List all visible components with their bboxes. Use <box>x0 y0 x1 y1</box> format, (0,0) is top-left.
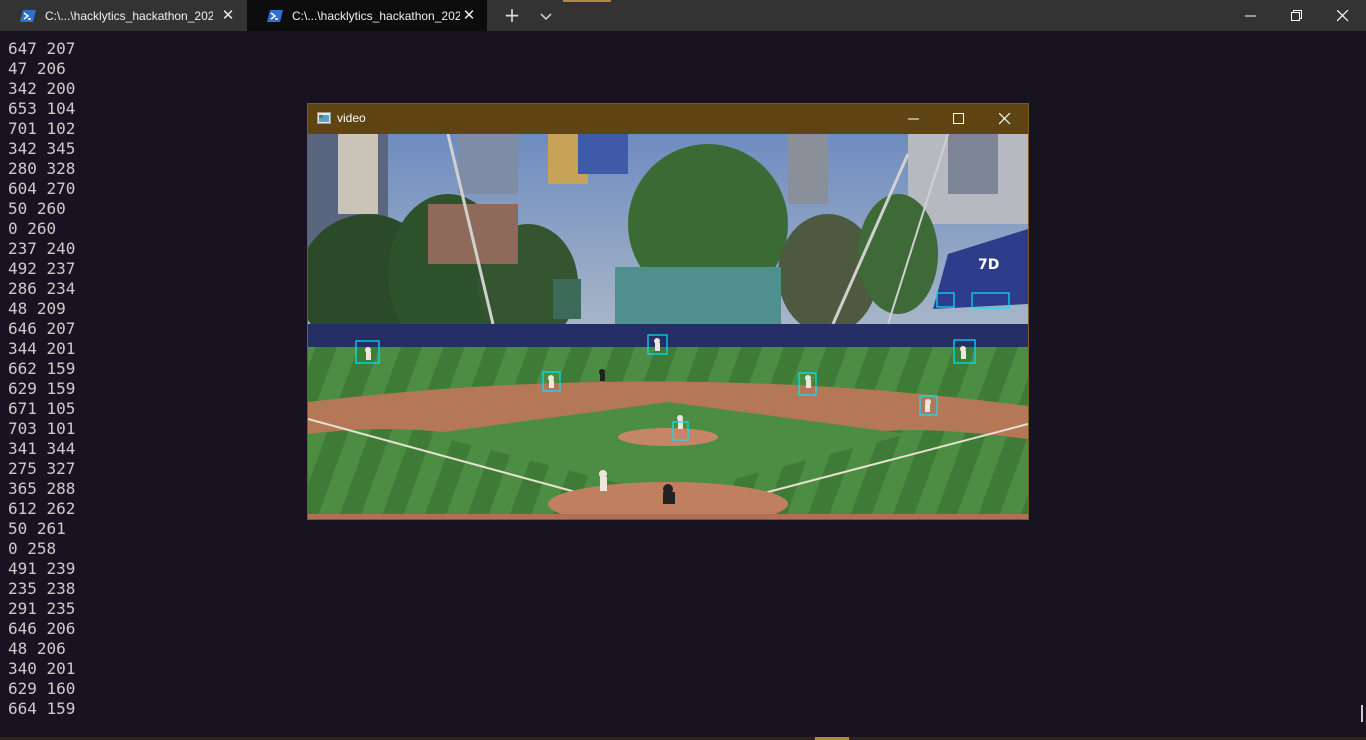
minimize-icon <box>908 118 919 120</box>
terminal-line: 275 327 <box>8 459 76 478</box>
terminal-line: 703 101 <box>8 419 76 438</box>
restore-button[interactable] <box>1274 0 1320 31</box>
terminal-line: 291 235 <box>8 599 76 618</box>
terminal-line: 50 261 <box>8 519 66 538</box>
terminal-line: 662 159 <box>8 359 76 378</box>
terminal-line: 604 270 <box>8 179 76 198</box>
video-close-button[interactable] <box>982 104 1028 134</box>
terminal-line: 492 237 <box>8 259 76 278</box>
tab-terminal-1[interactable]: C:\...\hacklytics_hackathon_2022 ✕ <box>0 0 246 31</box>
baseball-field-image: 7D <box>308 134 1028 519</box>
terminal-line: 48 206 <box>8 639 66 658</box>
terminal-line: 701 102 <box>8 119 76 138</box>
powershell-icon <box>20 9 36 22</box>
terminal-line: 47 206 <box>8 59 66 78</box>
terminal-line: 0 258 <box>8 539 57 558</box>
close-icon <box>999 113 1011 125</box>
terminal-line: 235 238 <box>8 579 76 598</box>
terminal-line: 237 240 <box>8 239 76 258</box>
terminal-line: 341 344 <box>8 439 76 458</box>
plus-icon[interactable]: + <box>498 3 526 28</box>
titlebar-accent <box>563 0 611 2</box>
minimize-icon <box>1245 15 1256 17</box>
video-window[interactable]: video 7D <box>307 103 1029 520</box>
terminal-line: 647 207 <box>8 39 76 58</box>
terminal-line: 344 201 <box>8 339 76 358</box>
terminal-line: 629 160 <box>8 679 76 698</box>
tab-label: C:\...\hacklytics_hackathon_2022 <box>45 8 213 23</box>
terminal-line: 0 260 <box>8 219 57 238</box>
video-window-titlebar[interactable]: video <box>308 104 1028 134</box>
terminal-output[interactable]: 647 207 47 206 342 200 653 104 701 102 342 34… <box>8 39 75 719</box>
video-window-title: video <box>337 111 366 125</box>
terminal-line: 664 159 <box>8 699 76 718</box>
terminal-line: 671 105 <box>8 399 76 418</box>
tab-label: C:\...\hacklytics_hackathon_2022 <box>292 8 460 23</box>
restore-icon <box>1291 10 1302 21</box>
terminal-line: 629 159 <box>8 379 76 398</box>
video-frame: 7D <box>308 134 1028 519</box>
close-icon <box>1337 10 1349 22</box>
tab-terminal-2[interactable]: C:\...\hacklytics_hackathon_2022 ✕ <box>247 0 487 31</box>
video-maximize-button[interactable] <box>936 104 982 134</box>
terminal-line: 48 209 <box>8 299 66 318</box>
terminal-line: 612 262 <box>8 499 76 518</box>
powershell-icon <box>267 9 283 22</box>
close-tab-icon[interactable]: ✕ <box>461 7 477 23</box>
tab-bar: C:\...\hacklytics_hackathon_2022 ✕ C:\..… <box>0 0 1366 31</box>
terminal-line: 646 207 <box>8 319 76 338</box>
terminal-line: 653 104 <box>8 99 76 118</box>
terminal-line: 280 328 <box>8 159 76 178</box>
terminal-line: 340 201 <box>8 659 76 678</box>
window-app-icon <box>317 112 331 124</box>
terminal-line: 50 260 <box>8 199 66 218</box>
terminal-line: 365 288 <box>8 479 76 498</box>
scrollbar-thumb[interactable] <box>1361 705 1363 722</box>
close-tab-icon[interactable]: ✕ <box>220 7 236 23</box>
svg-text:7D: 7D <box>978 257 999 273</box>
video-minimize-button[interactable] <box>891 104 937 134</box>
terminal-line: 646 206 <box>8 619 76 638</box>
maximize-icon <box>953 113 964 124</box>
terminal-line: 342 345 <box>8 139 76 158</box>
terminal-line: 342 200 <box>8 79 76 98</box>
terminal-line: 491 239 <box>8 559 76 578</box>
terminal-line: 286 234 <box>8 279 76 298</box>
chevron-down-icon[interactable] <box>534 4 558 28</box>
minimize-button[interactable] <box>1228 0 1274 31</box>
close-window-button[interactable] <box>1320 0 1366 31</box>
